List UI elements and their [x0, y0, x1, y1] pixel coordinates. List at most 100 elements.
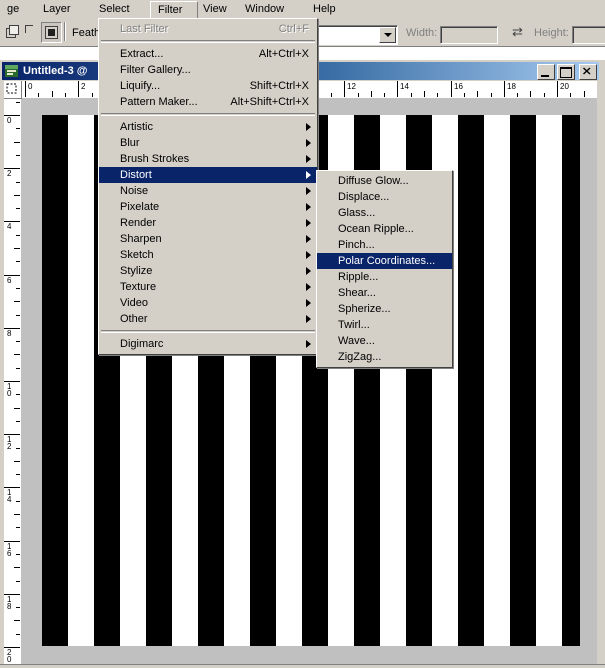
- menu-item-texture[interactable]: Texture: [99, 279, 317, 295]
- ruler-tick: [16, 501, 20, 502]
- menu-item-artistic[interactable]: Artistic: [99, 119, 317, 135]
- maximize-button[interactable]: [557, 64, 575, 80]
- height-input[interactable]: [572, 26, 605, 44]
- ruler-corner: [4, 81, 22, 99]
- menu-item-label: Texture: [120, 281, 157, 293]
- menu-image[interactable]: ge: [0, 1, 36, 17]
- selection-add-button[interactable]: [22, 22, 41, 41]
- minimize-button[interactable]: [537, 64, 555, 80]
- menu-item-wave[interactable]: Wave...: [317, 333, 452, 349]
- submenu-arrow-icon: [306, 155, 311, 163]
- feather-label: Feath: [72, 27, 101, 39]
- width-input[interactable]: [440, 26, 498, 44]
- menu-item-brush-strokes[interactable]: Brush Strokes: [99, 151, 317, 167]
- menu-item-polar-coordinates[interactable]: Polar Coordinates...: [317, 253, 452, 269]
- menu-item-video[interactable]: Video: [99, 295, 317, 311]
- ruler-label: 18: [507, 82, 516, 91]
- menu-select[interactable]: Select: [92, 1, 150, 17]
- menu-item-last-filter: Last Filter Ctrl+F: [99, 21, 317, 37]
- ruler-label: 6: [7, 276, 11, 285]
- menu-image-label: ge: [7, 3, 20, 15]
- menu-separator: [101, 330, 315, 333]
- menu-item-noise[interactable]: Noise: [99, 183, 317, 199]
- selection-intersect-button[interactable]: [41, 22, 62, 43]
- menu-help[interactable]: Help: [306, 1, 362, 17]
- ruler-label: 20: [7, 648, 11, 664]
- chevron-down-icon[interactable]: [379, 27, 396, 43]
- menu-filter[interactable]: Filter: [150, 1, 198, 18]
- menu-bar: ge Layer Select Filter View Window Help: [0, 0, 605, 19]
- menu-separator: [101, 40, 315, 43]
- menu-item-diffuse-glow[interactable]: Diffuse Glow...: [317, 173, 452, 189]
- ruler-tick: [570, 93, 571, 97]
- menu-item-label: Pinch...: [338, 239, 375, 251]
- menu-item-pixelate[interactable]: Pixelate: [99, 199, 317, 215]
- menu-item-stylize[interactable]: Stylize: [99, 263, 317, 279]
- ruler-tick: [92, 93, 93, 97]
- menu-layer[interactable]: Layer: [36, 1, 92, 17]
- menu-item-glass[interactable]: Glass...: [317, 205, 452, 221]
- menu-item-label: Render: [120, 217, 157, 229]
- menu-item-spherize[interactable]: Spherize...: [317, 301, 452, 317]
- menu-item-ocean-ripple[interactable]: Ocean Ripple...: [317, 221, 452, 237]
- ruler-tick: [16, 581, 20, 582]
- distort-submenu[interactable]: Diffuse Glow... Displace... Glass... Ocean …: [316, 170, 453, 368]
- ruler-tick: [318, 91, 319, 97]
- menu-item-distort[interactable]: Distort: [99, 167, 317, 183]
- menu-item-displace[interactable]: Displace...: [317, 189, 452, 205]
- menu-item-liquify[interactable]: Liquify... Shift+Ctrl+X: [99, 78, 317, 94]
- add-selection-icon: [25, 25, 38, 38]
- menu-item-shear[interactable]: Shear...: [317, 285, 452, 301]
- menu-item-filter-gallery[interactable]: Filter Gallery...: [99, 62, 317, 78]
- document-icon: [4, 64, 20, 78]
- menu-item-label: Other: [120, 313, 148, 325]
- ruler-label: 0: [28, 82, 33, 91]
- ruler-tick: [16, 394, 20, 395]
- menu-item-extract[interactable]: Extract... Alt+Ctrl+X: [99, 46, 317, 62]
- menu-item-label: Shear...: [338, 287, 376, 299]
- menu-item-digimarc[interactable]: Digimarc: [99, 336, 317, 352]
- menu-item-render[interactable]: Render: [99, 215, 317, 231]
- menu-window[interactable]: Window: [238, 1, 306, 17]
- submenu-arrow-icon: [306, 139, 311, 147]
- swap-icon[interactable]: ⇄: [512, 25, 526, 38]
- filter-dropdown[interactable]: Last Filter Ctrl+F Extract... Alt+Ctrl+X Fil…: [98, 18, 318, 355]
- style-combo[interactable]: [316, 25, 398, 45]
- menu-item-label: Displace...: [338, 191, 390, 203]
- intersect-selection-icon: [45, 26, 58, 39]
- menu-item-zigzag[interactable]: ZigZag...: [317, 349, 452, 365]
- close-button[interactable]: [579, 64, 597, 80]
- ruler-label: 2: [7, 169, 11, 178]
- menu-item-twirl[interactable]: Twirl...: [317, 317, 452, 333]
- menu-item-sharpen[interactable]: Sharpen: [99, 231, 317, 247]
- ruler-label: 0: [7, 116, 11, 125]
- ruler-tick: [464, 93, 465, 97]
- ruler-tick: [14, 301, 20, 302]
- submenu-arrow-icon: [306, 235, 311, 243]
- menu-item-label: Diffuse Glow...: [338, 175, 409, 187]
- menu-item-label: Noise: [120, 185, 149, 197]
- menu-view[interactable]: View: [196, 1, 238, 17]
- ruler-tick: [14, 408, 20, 409]
- menu-item-other[interactable]: Other: [99, 311, 317, 327]
- ruler-tick: [14, 142, 20, 143]
- canvas-stripe: [458, 115, 484, 646]
- ruler-tick: [358, 93, 359, 97]
- ruler-label: 14: [7, 488, 11, 504]
- menu-item-blur[interactable]: Blur: [99, 135, 317, 151]
- menu-help-label: Help: [313, 3, 336, 15]
- ruler-tick: [16, 368, 20, 369]
- menu-item-pinch[interactable]: Pinch...: [317, 237, 452, 253]
- ruler-tick: [16, 527, 20, 528]
- menu-item-sketch[interactable]: Sketch: [99, 247, 317, 263]
- menu-item-label: Twirl...: [338, 319, 370, 331]
- menu-item-pattern-maker[interactable]: Pattern Maker... Alt+Shift+Ctrl+X: [99, 94, 317, 110]
- ruler-tick: [16, 208, 20, 209]
- selection-new-button[interactable]: [3, 22, 22, 41]
- ruler-tick: [344, 81, 345, 97]
- ruler-tick: [16, 421, 20, 422]
- ruler-tick: [16, 288, 20, 289]
- ruler-tick: [16, 261, 20, 262]
- ruler-tick: [16, 155, 20, 156]
- menu-item-ripple[interactable]: Ripple...: [317, 269, 452, 285]
